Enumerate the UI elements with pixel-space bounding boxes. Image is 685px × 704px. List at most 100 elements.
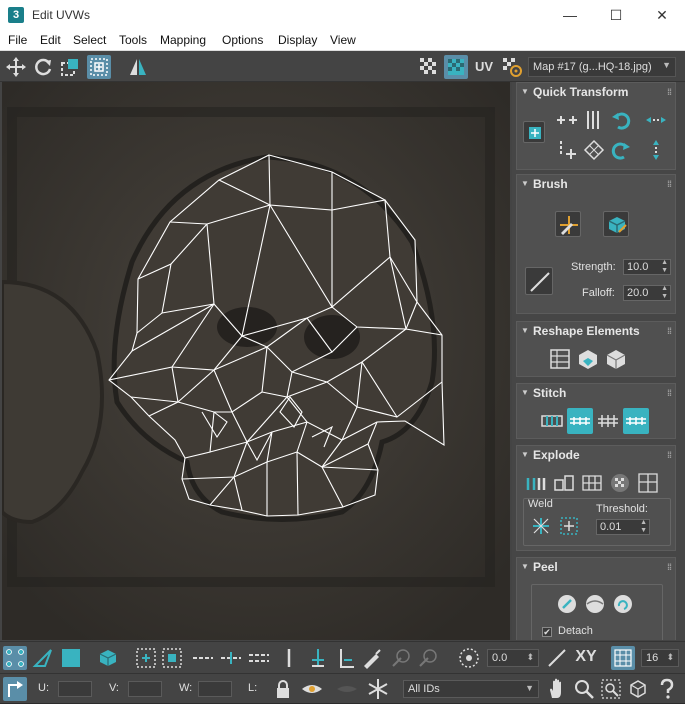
w-coordinate-field[interactable]	[198, 681, 232, 697]
straighten-icon[interactable]	[554, 137, 580, 163]
detach-checkbox[interactable]: ✔	[542, 627, 552, 637]
absolute-offset-toggle-icon[interactable]	[3, 677, 27, 701]
rotate-ccw-icon[interactable]	[608, 107, 634, 133]
brush-falloff-curve-icon[interactable]	[525, 267, 553, 295]
vertex-select-icon[interactable]	[3, 646, 27, 670]
zoom-region-icon[interactable]	[599, 677, 623, 701]
menu-options[interactable]: Options	[222, 33, 263, 47]
rotate-cw-icon[interactable]	[608, 137, 634, 163]
map-select-dropdown[interactable]: Map #17 (g...HQ-18.jpg) ▼	[528, 57, 676, 77]
menu-tools[interactable]: Tools	[119, 33, 147, 47]
v-coordinate-field[interactable]	[128, 681, 162, 697]
collapse-triangle-icon: ▼	[521, 179, 529, 188]
flatten-by-smoothing-icon[interactable]	[607, 470, 633, 496]
align-vertical-icon[interactable]	[581, 107, 607, 133]
scale-icon[interactable]	[58, 55, 82, 79]
loop-grow-icon[interactable]	[219, 646, 243, 670]
uv-viewport[interactable]	[2, 82, 510, 640]
stitch-to-source-icon[interactable]	[623, 408, 649, 434]
edge-distance-icon[interactable]	[545, 646, 569, 670]
space-horizontal-icon[interactable]	[643, 107, 669, 133]
show-hide-icon[interactable]	[300, 677, 324, 701]
quick-peel-icon[interactable]	[554, 591, 580, 617]
relax-grid-icon[interactable]	[581, 137, 607, 163]
ring-shrink-icon[interactable]	[277, 646, 301, 670]
loop-select-icon[interactable]	[191, 646, 215, 670]
material-id-dropdown[interactable]: All IDs ▼	[403, 680, 539, 698]
threshold-spinner[interactable]: 0.01 ▲ ▼	[596, 519, 650, 535]
lock-icon[interactable]	[271, 677, 295, 701]
texture-settings-icon[interactable]	[500, 55, 524, 79]
freeze-icon[interactable]	[366, 677, 390, 701]
mirror-icon[interactable]	[126, 55, 150, 79]
menu-view[interactable]: View	[330, 33, 356, 47]
grow-selection-icon[interactable]	[134, 646, 158, 670]
xy-toggle[interactable]: XY	[572, 648, 600, 666]
relax-until-flat-icon[interactable]	[575, 346, 601, 372]
weld-selected-icon[interactable]	[528, 513, 554, 539]
select-inverted-icon[interactable]	[306, 646, 330, 670]
break-icon[interactable]	[523, 470, 549, 496]
hide-icon[interactable]	[335, 677, 359, 701]
rollout-brush-header[interactable]: ▼ Brush ⁞⁞	[517, 175, 675, 193]
relax-element-icon[interactable]	[603, 346, 629, 372]
peel-mode-icon[interactable]	[582, 591, 608, 617]
relax-brush-icon[interactable]	[603, 211, 629, 237]
menu-edit[interactable]: Edit	[40, 33, 61, 47]
soft-select-value-field[interactable]: 0.0 ⬍	[487, 649, 539, 667]
paint-move-brush-icon[interactable]	[555, 211, 581, 237]
grid-value-field[interactable]: 16 ⬍	[641, 649, 679, 667]
rollout-peel-header[interactable]: ▼ Peel ⁞⁞	[517, 558, 675, 576]
freeform-mode-icon[interactable]	[87, 55, 111, 79]
maximize-button[interactable]: ☐	[593, 0, 639, 30]
select-overlap-icon[interactable]	[334, 646, 358, 670]
rollout-reshape-header[interactable]: ▼ Reshape Elements ⁞⁞	[517, 322, 675, 340]
flatten-by-polygon-icon[interactable]	[579, 470, 605, 496]
stitch-to-target-icon[interactable]	[567, 408, 593, 434]
strength-spinner[interactable]: 10.0 ▲ ▼	[623, 259, 671, 275]
straighten-selection-icon[interactable]	[547, 346, 573, 372]
element-select-icon[interactable]	[96, 646, 120, 670]
grid-snap-icon[interactable]	[611, 646, 635, 670]
reset-peel-icon[interactable]	[610, 591, 636, 617]
pan-hand-icon[interactable]	[545, 677, 569, 701]
align-horizontal-icon[interactable]	[554, 107, 580, 133]
space-vertical-icon[interactable]	[643, 137, 669, 163]
falloff-spinner[interactable]: 20.0 ▲ ▼	[623, 285, 671, 301]
uv-toggle[interactable]: UV	[475, 59, 493, 74]
stitch-custom-icon[interactable]	[539, 408, 565, 434]
map-select-value: Map #17 (g...HQ-18.jpg)	[533, 61, 652, 73]
polygon-select-icon[interactable]	[59, 646, 83, 670]
menu-mapping[interactable]: Mapping	[160, 33, 206, 47]
title-bar: 3 Edit UVWs — ☐ ✕	[0, 0, 685, 30]
zoom-icon[interactable]	[572, 677, 596, 701]
rollout-quick-transform-header[interactable]: ▼ Quick Transform ⁞⁞	[517, 83, 675, 101]
transform-gizmo-icon[interactable]	[523, 121, 545, 143]
close-button[interactable]: ✕	[639, 0, 685, 30]
minimize-button[interactable]: —	[547, 0, 593, 30]
flatten-by-material-icon[interactable]	[635, 470, 661, 496]
stitch-average-icon[interactable]	[595, 408, 621, 434]
rollout-stitch-header[interactable]: ▼ Stitch ⁞⁞	[517, 384, 675, 402]
shrink-selection-icon[interactable]	[160, 646, 184, 670]
rotate-icon[interactable]	[31, 55, 55, 79]
edge-select-icon[interactable]	[31, 646, 55, 670]
paint-select-grow-icon[interactable]	[389, 646, 413, 670]
help-icon[interactable]	[655, 677, 679, 701]
rollout-explode-header[interactable]: ▼ Explode ⁞⁞	[517, 446, 675, 464]
soft-selection-icon[interactable]	[457, 646, 481, 670]
paint-select-shrink-icon[interactable]	[416, 646, 440, 670]
show-map-icon[interactable]	[444, 55, 468, 79]
menu-file[interactable]: File	[8, 33, 27, 47]
material-id-value: All IDs	[408, 683, 440, 695]
ring-select-icon[interactable]	[247, 646, 271, 670]
paint-select-icon[interactable]	[360, 646, 384, 670]
detach-edge-icon[interactable]	[551, 470, 577, 496]
menu-display[interactable]: Display	[278, 33, 317, 47]
menu-select[interactable]: Select	[73, 33, 106, 47]
weld-target-icon[interactable]	[556, 513, 582, 539]
u-coordinate-field[interactable]	[58, 681, 92, 697]
checker-pattern-icon[interactable]	[417, 55, 441, 79]
move-icon[interactable]	[4, 55, 28, 79]
zoom-extents-icon[interactable]	[626, 677, 650, 701]
